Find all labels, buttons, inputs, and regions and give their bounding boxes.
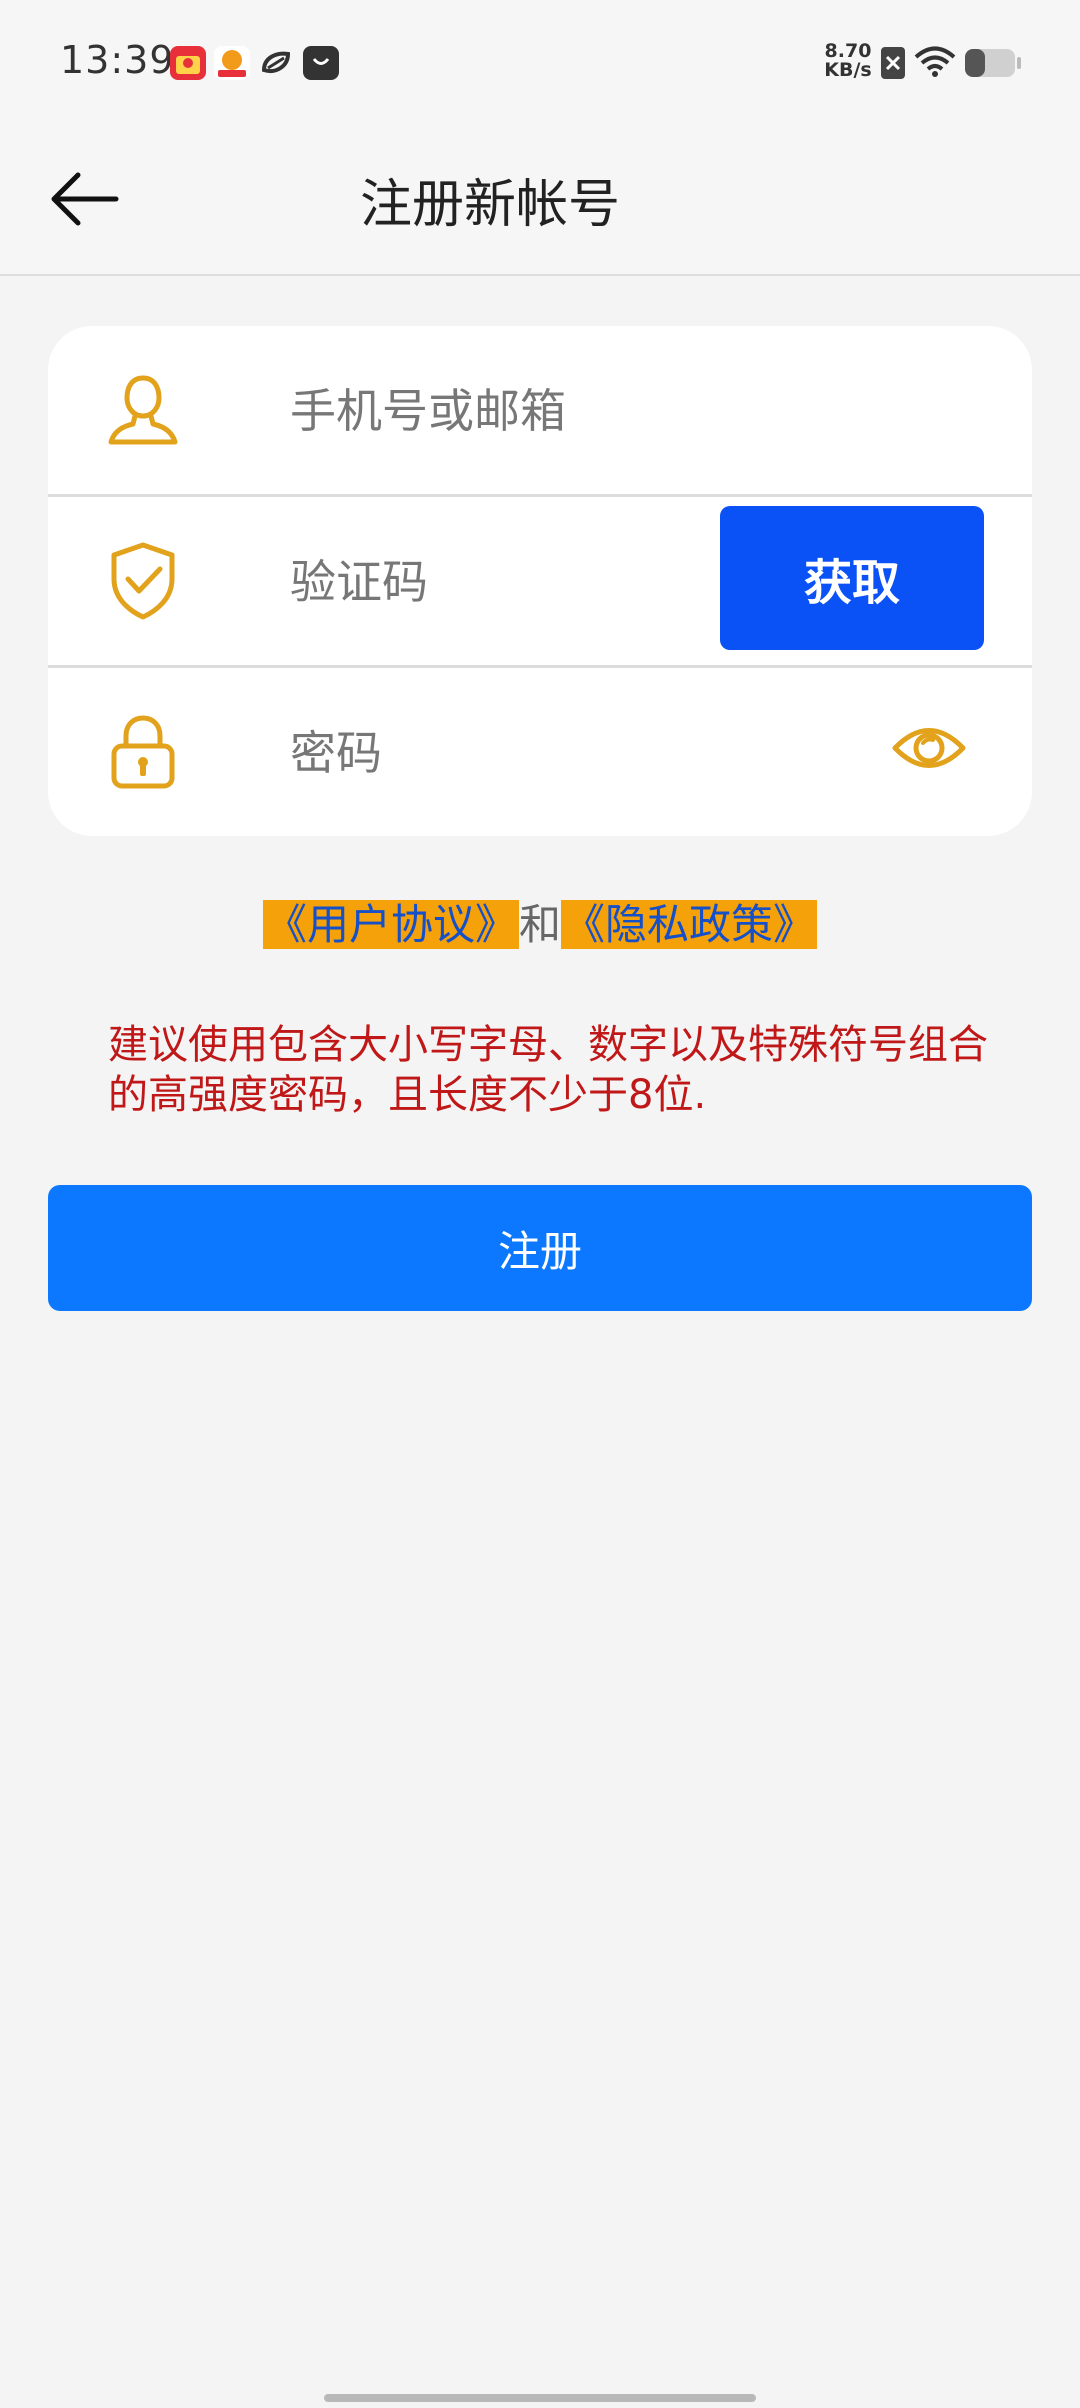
verification-code-input[interactable] xyxy=(288,537,688,627)
bag-app-icon xyxy=(303,46,339,80)
status-bar: 13:39 8.70 KB/s xyxy=(0,0,1080,128)
shopping-app-icon xyxy=(170,46,206,80)
network-speed: 8.70 KB/s xyxy=(820,42,876,80)
arrow-left-icon xyxy=(51,172,119,226)
privacy-policy-link[interactable]: 《隐私政策》 xyxy=(561,900,818,949)
lock-icon xyxy=(103,710,183,794)
toggle-password-visibility-button[interactable] xyxy=(884,708,974,788)
user-agreement-link[interactable]: 《用户协议》 xyxy=(262,900,519,949)
agreement-links: 《用户协议》和《隐私政策》 xyxy=(0,896,1080,954)
network-speed-unit: KB/s xyxy=(824,59,872,81)
agreement-joiner: 和 xyxy=(518,900,561,949)
back-button[interactable] xyxy=(40,154,130,244)
account-row xyxy=(48,326,1032,494)
battery-icon xyxy=(964,48,1022,82)
status-time: 13:39 xyxy=(60,38,175,82)
get-code-button[interactable]: 获取 xyxy=(720,506,984,650)
password-strength-hint: 建议使用包含大小写字母、数字以及特殊符号组合的高强度密码，且长度不少于8位. xyxy=(108,1022,988,1118)
user-icon xyxy=(103,368,183,452)
home-indicator[interactable] xyxy=(324,2394,756,2402)
wifi-icon xyxy=(914,46,956,82)
delivery-app-icon xyxy=(214,46,250,80)
eye-icon xyxy=(892,728,966,768)
password-input[interactable] xyxy=(288,708,848,798)
registration-form: 获取 xyxy=(48,326,1032,836)
register-button[interactable]: 注册 xyxy=(48,1185,1032,1311)
app-bar: 注册新帐号 xyxy=(0,128,1080,276)
password-row xyxy=(48,668,1032,836)
code-row: 获取 xyxy=(48,497,1032,665)
page-title: 注册新帐号 xyxy=(360,175,621,235)
account-input[interactable] xyxy=(288,366,748,456)
shield-check-icon xyxy=(103,539,183,623)
no-sim-icon xyxy=(880,46,906,84)
link-app-icon xyxy=(258,46,294,80)
